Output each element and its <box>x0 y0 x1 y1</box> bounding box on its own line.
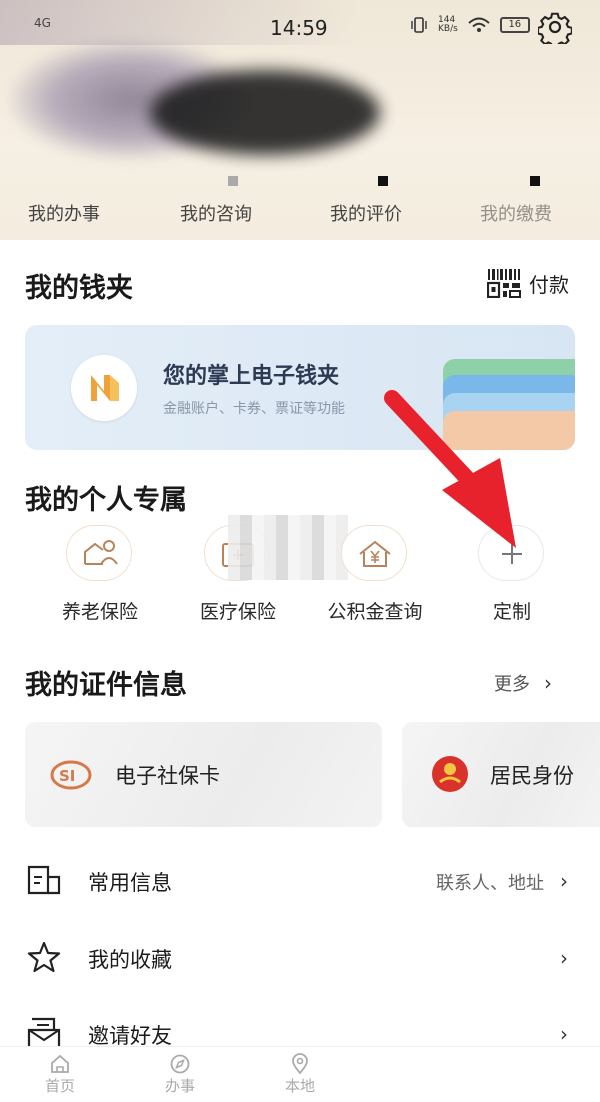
chevron-right-icon: › <box>560 946 568 970</box>
chevron-right-icon: › <box>560 869 568 893</box>
wallet-title: 我的钱夹 <box>25 273 133 304</box>
pension-insurance-label: 养老保险 <box>61 601 138 623</box>
pay-button[interactable]: 付款 <box>487 268 569 298</box>
housing-fund-item[interactable]: 公积金查询 <box>307 525 427 625</box>
resident-id-card[interactable]: 居民身份 <box>402 722 600 827</box>
more-link[interactable]: 更多 › <box>494 670 552 696</box>
common-info-detail: 联系人、地址 <box>436 873 544 894</box>
location-icon <box>292 1053 308 1075</box>
chevron-right-icon: › <box>560 1022 568 1046</box>
profile-header: 4G 14:59 144 KB/s 16 我的办事 我的咨询 我的评价 我的缴费 <box>0 0 600 240</box>
bottom-nav: 首页 办事 本地 <box>0 1046 600 1102</box>
status-time: 14:59 <box>270 16 328 40</box>
network-speed: 144 KB/s <box>438 15 458 34</box>
favorites-row[interactable]: 我的收藏 › <box>0 922 600 992</box>
compass-icon <box>170 1054 190 1074</box>
nav-home-label: 首页 <box>44 1077 75 1095</box>
svg-text:SI: SI <box>59 767 75 785</box>
tab-my-evaluation[interactable]: 我的评价 <box>330 200 402 226</box>
star-icon <box>27 941 61 973</box>
nav-local[interactable]: 本地 <box>270 1053 330 1096</box>
chevron-right-icon: › <box>544 671 552 695</box>
network-indicator: 4G <box>34 16 51 30</box>
barcode-icon <box>487 269 521 298</box>
medical-insurance-label: 医疗保险 <box>199 601 276 623</box>
vibrate-icon <box>411 17 427 33</box>
nav-services[interactable]: 办事 <box>150 1053 210 1096</box>
tab-my-payment[interactable]: 我的缴费 <box>480 200 552 226</box>
more-label: 更多 <box>494 674 530 695</box>
redaction-mark <box>530 176 540 186</box>
tab-my-consultation[interactable]: 我的咨询 <box>180 200 252 226</box>
nav-local-label: 本地 <box>284 1077 315 1095</box>
wallet-banner[interactable]: 您的掌上电子钱夹 金融账户、卡券、票证等功能 <box>25 325 575 450</box>
social-security-card-label: 电子社保卡 <box>115 764 220 788</box>
plus-icon <box>502 544 522 564</box>
tab-my-affairs[interactable]: 我的办事 <box>28 200 100 226</box>
settings-gear-icon[interactable] <box>538 10 572 44</box>
social-security-card[interactable]: SI 电子社保卡 <box>25 722 382 827</box>
common-info-label: 常用信息 <box>88 871 172 895</box>
house-person-icon <box>84 540 118 565</box>
nav-home[interactable]: 首页 <box>30 1053 90 1096</box>
wallet-logo-icon <box>71 355 137 421</box>
status-icons: 144 KB/s 16 <box>410 16 530 34</box>
housing-fund-label: 公积金查询 <box>327 601 423 623</box>
nav-services-label: 办事 <box>164 1077 195 1095</box>
house-yuan-icon <box>359 540 391 567</box>
customize-item[interactable]: 定制 <box>444 525 564 625</box>
certificates-title: 我的证件信息 <box>25 670 187 701</box>
resident-id-card-label: 居民身份 <box>490 764 574 788</box>
header-tabs: 我的办事 我的咨询 我的评价 我的缴费 <box>0 200 600 230</box>
wallet-cards-illustration <box>443 359 575 450</box>
redaction-mark <box>228 176 238 186</box>
banner-subtitle: 金融账户、卡券、票证等功能 <box>163 401 345 417</box>
battery-indicator: 16 <box>499 17 530 33</box>
info-card-icon <box>27 865 61 895</box>
home-icon <box>51 1054 69 1073</box>
status-bar: 4G 14:59 144 KB/s 16 <box>0 0 600 50</box>
favorites-label: 我的收藏 <box>88 948 172 972</box>
banner-title: 您的掌上电子钱夹 <box>163 364 340 389</box>
national-emblem-icon <box>432 756 468 792</box>
redacted-username <box>150 70 380 155</box>
wifi-icon <box>468 17 490 32</box>
pension-insurance-item[interactable]: 养老保险 <box>32 525 152 625</box>
invite-mail-icon <box>27 1017 61 1050</box>
personal-title: 我的个人专属 <box>25 485 187 516</box>
social-security-logo-icon: SI <box>50 760 92 790</box>
customize-label: 定制 <box>492 601 531 623</box>
redaction-mark <box>378 176 388 186</box>
common-info-row[interactable]: 常用信息 联系人、地址 › <box>0 845 600 915</box>
pay-label: 付款 <box>529 272 569 297</box>
